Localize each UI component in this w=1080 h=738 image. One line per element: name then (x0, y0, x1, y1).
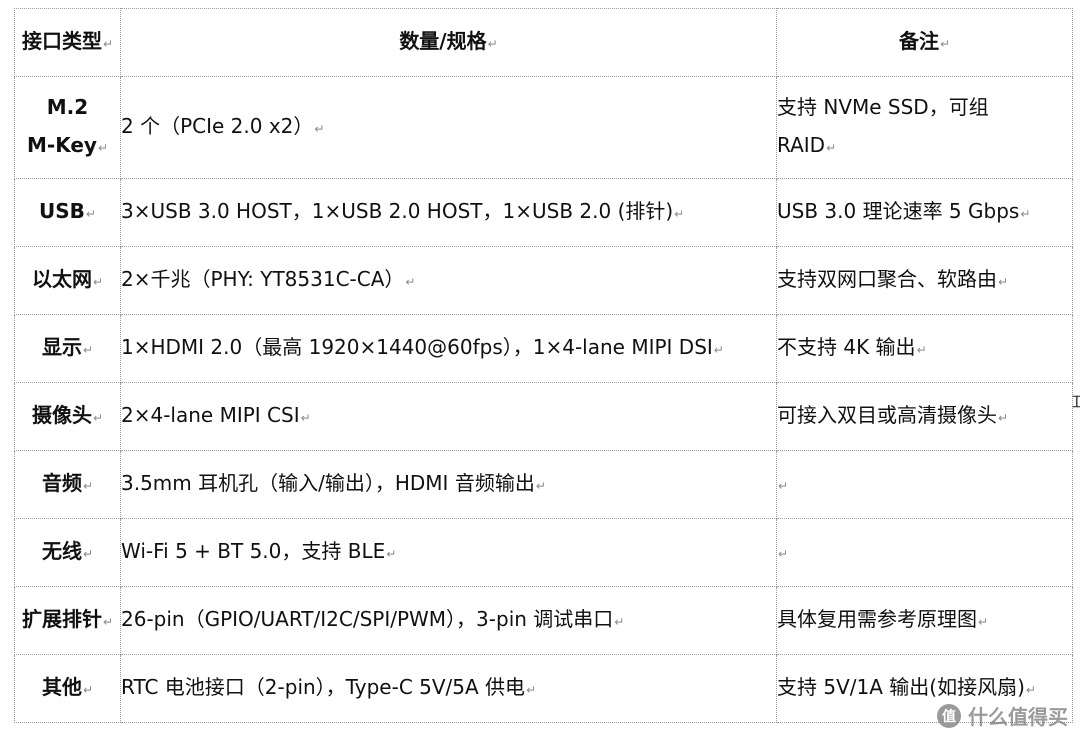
type-line: 音频↵ (41, 471, 94, 495)
cell-notes: ↵ (776, 518, 1073, 587)
cell-quantity-spec: RTC 电池接口（2-pin），Type-C 5V/5A 供电↵ (120, 654, 777, 723)
table-row: 无线↵ Wi-Fi 5 + BT 5.0，支持 BLE↵ ↵ (14, 518, 1073, 587)
watermark-text: 什么值得买 (968, 705, 1068, 729)
cell-notes: 具体复用需参考原理图↵ (776, 586, 1073, 655)
cell-interface-type: 显示↵ (14, 314, 121, 383)
table-row: 其他↵ RTC 电池接口（2-pin），Type-C 5V/5A 供电↵ 支持 5V… (14, 654, 1073, 723)
svg-text:值: 值 (942, 708, 956, 725)
type-line: M.2 (46, 95, 89, 119)
smzdm-logo-icon: 值 (937, 703, 961, 728)
cell-interface-type: 摄像头↵ (14, 382, 121, 451)
note-line: ↵ (778, 547, 789, 561)
note-line: 可接入双目或高清摄像头↵ (777, 403, 1009, 427)
type-line: M-Key↵ (26, 133, 108, 157)
cell-quantity-spec: 3×USB 3.0 HOST，1×USB 2.0 HOST，1×USB 2.0 … (120, 178, 777, 247)
type-line: 其他↵ (41, 675, 94, 699)
cell-quantity-spec: 26-pin（GPIO/UART/I2C/SPI/PWM），3-pin 调试串口… (120, 586, 777, 655)
note-line: ↵ (778, 479, 789, 493)
cell-notes: ↵ (776, 450, 1073, 519)
document-page: 接口类型↵ 数量/规格↵ 备注↵ M.2 M-Key↵ 2 个（PCIe 2.0 x… (14, 8, 1073, 723)
cell-interface-type: 以太网↵ (14, 246, 121, 315)
cell-quantity-spec: 2×千兆（PHY: YT8531C-CA）↵ (120, 246, 777, 315)
cell-interface-type: M.2 M-Key↵ (14, 76, 121, 179)
note-line: 支持 NVMe SSD，可组 (777, 95, 989, 119)
type-line: 摄像头↵ (31, 403, 104, 427)
table-row: 音频↵ 3.5mm 耳机孔（输入/输出），HDMI 音频输出↵ ↵ (14, 450, 1073, 519)
header-quantity-spec: 数量/规格↵ (120, 8, 777, 77)
table-row: 以太网↵ 2×千兆（PHY: YT8531C-CA）↵ 支持双网口聚合、软路由↵ (14, 246, 1073, 315)
spec-table: 接口类型↵ 数量/规格↵ 备注↵ M.2 M-Key↵ 2 个（PCIe 2.0 x… (14, 8, 1073, 723)
cell-quantity-spec: 2 个（PCIe 2.0 x2）↵ (120, 76, 777, 179)
watermark: 值 什么值得买 (936, 701, 1068, 730)
note-line: RAID↵ (777, 133, 837, 157)
cell-interface-type: 无线↵ (14, 518, 121, 587)
table-row: 摄像头↵ 2×4-lane MIPI CSI↵ 可接入双目或高清摄像头↵ (14, 382, 1073, 451)
note-line: 具体复用需参考原理图↵ (777, 607, 989, 631)
cell-notes: 不支持 4K 输出↵ (776, 314, 1073, 383)
cell-interface-type: 扩展排针↵ (14, 586, 121, 655)
cell-quantity-spec: Wi-Fi 5 + BT 5.0，支持 BLE↵ (120, 518, 777, 587)
type-line: 以太网↵ (31, 267, 104, 291)
cell-notes: 支持 NVMe SSD，可组 RAID↵ (776, 76, 1073, 179)
note-line: USB 3.0 理论速率 5 Gbps↵ (777, 199, 1031, 223)
table-header-row: 接口类型↵ 数量/规格↵ 备注↵ (14, 8, 1073, 77)
note-line: 支持双网口聚合、软路由↵ (777, 267, 1009, 291)
note-line: 不支持 4K 输出↵ (777, 335, 927, 359)
cell-interface-type: 其他↵ (14, 654, 121, 723)
cursor-mark-icon: ⌶ (1072, 392, 1080, 411)
table-row: 显示↵ 1×HDMI 2.0（最高 1920×1440@60fps），1×4-la… (14, 314, 1073, 383)
table-row: USB↵ 3×USB 3.0 HOST，1×USB 2.0 HOST，1×USB … (14, 178, 1073, 247)
cell-quantity-spec: 2×4-lane MIPI CSI↵ (120, 382, 777, 451)
table-row: M.2 M-Key↵ 2 个（PCIe 2.0 x2）↵ 支持 NVMe SSD，可组… (14, 76, 1073, 179)
type-line: 无线↵ (41, 539, 94, 563)
table-body: M.2 M-Key↵ 2 个（PCIe 2.0 x2）↵ 支持 NVMe SSD，可组… (14, 76, 1073, 723)
table-row: 扩展排针↵ 26-pin（GPIO/UART/I2C/SPI/PWM），3-pin… (14, 586, 1073, 655)
cell-interface-type: 音频↵ (14, 450, 121, 519)
cell-notes: USB 3.0 理论速率 5 Gbps↵ (776, 178, 1073, 247)
type-line: USB↵ (39, 199, 96, 223)
cell-quantity-spec: 3.5mm 耳机孔（输入/输出），HDMI 音频输出↵ (120, 450, 777, 519)
cell-quantity-spec: 1×HDMI 2.0（最高 1920×1440@60fps），1×4-lane … (120, 314, 777, 383)
header-interface-type: 接口类型↵ (14, 8, 121, 77)
type-line: 显示↵ (41, 335, 94, 359)
cell-notes: 可接入双目或高清摄像头↵ (776, 382, 1073, 451)
cell-interface-type: USB↵ (14, 178, 121, 247)
header-notes: 备注↵ (776, 8, 1073, 77)
cell-notes: 支持双网口聚合、软路由↵ (776, 246, 1073, 315)
type-line: 扩展排针↵ (21, 607, 114, 631)
